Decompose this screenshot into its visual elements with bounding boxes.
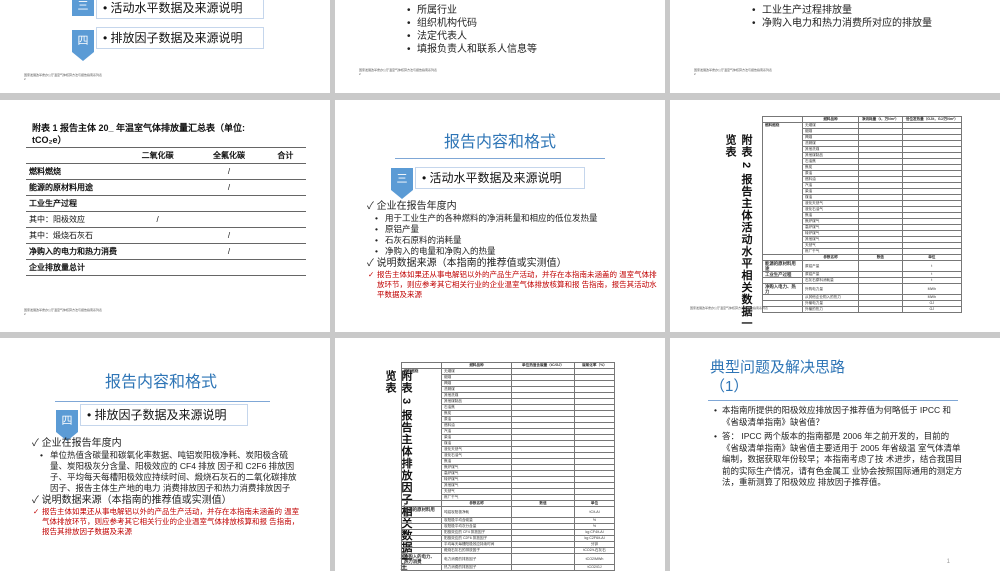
summary-table: 二氧化碳 全氟化碳 合计 燃料燃烧 / 能源的原材料用途 / 工业生产过程 其中：阳极效应…: [26, 147, 306, 276]
main-point: ✓ 说明数据来源（本指南的推荐值或实测值）: [32, 495, 232, 506]
slide-4[interactable]: 附表 1 报告主体 20_ 年温室气体排放量汇总表（单位: tCO₂e） 二氧化…: [0, 100, 330, 332]
slide-grid: 三 • 活动水平数据及来源说明 四 • 排放因子数据及来源说明 国家发展改革委办…: [0, 0, 1000, 571]
slide-title: 报告内容和格式: [443, 134, 556, 151]
table-row: 其中：阳极效应 /: [26, 211, 306, 228]
sub-list: 用于工业生产的各种燃料的净消耗量和相应的低位发热量 原铝产量 石灰石原料的消耗量…: [373, 213, 657, 257]
main-point: ✓ 企业在报告年度内: [367, 201, 457, 212]
slide-8[interactable]: 附表 3 报告主体排放因子相关数据一览表 业 生 燃料品种 单位热值含碳量（tC…: [335, 338, 665, 571]
slide-7[interactable]: 报告内容和格式 四 • 排放因子数据及来源说明 ✓ 企业在报告年度内 单位热值含…: [0, 338, 330, 571]
slide-5[interactable]: 报告内容和格式 三 • 活动水平数据及来源说明 ✓ 企业在报告年度内 用于工业生…: [335, 100, 665, 332]
section-3-label: • 活动水平数据及来源说明: [96, 0, 264, 19]
slide-1[interactable]: 三 • 活动水平数据及来源说明 四 • 排放因子数据及来源说明 国家发展改革委办…: [0, 0, 330, 93]
note-text: ✓ 报告主体如果还从事电解铝以外的产品生产活动，并存在本指南未涵盖的 温室气体排放…: [33, 507, 300, 536]
section-3-number: 三: [72, 0, 94, 16]
list-item: 所属行业: [405, 4, 537, 17]
answer-text: • 答： IPCC 两个版本的指南都是 2006 年之前开发的，目前的《省级清单指…: [714, 431, 963, 487]
section-number: 四: [56, 410, 78, 432]
section-label: • 排放因子数据及来源说明: [80, 404, 248, 426]
list-item: 组织机构代码: [405, 17, 537, 30]
table-vertical-title: 附表 2 报告主体活动水平相关数据一览表: [724, 134, 752, 330]
table-row: 净购入的电力、热力消费 电力消费的排放因子 tCO2/MWh: [401, 553, 615, 565]
table-row: 能源的原材料用途 /: [26, 179, 306, 196]
slide-title: 典型问题及解决思路 （1）: [710, 359, 846, 395]
content: ✓ 企业在报告年度内 单位热值含碳量和碳氧化率数据、吨铝炭阳极净耗、炭阳极含硫量…: [32, 437, 302, 537]
sub-list: 单位热值含碳量和碳氧化率数据、吨铝炭阳极净耗、炭阳极含硫量、炭阳极灰分含量、阳极…: [38, 450, 302, 494]
emission-list: 工业生产过程排放量 净购入电力和热力消费所对应的排放量: [750, 4, 932, 30]
table-row: 工业生产过程: [26, 195, 306, 212]
list-item: 填报负责人和联系人信息等: [405, 43, 537, 56]
list-item: 石灰石原料的消耗量: [373, 235, 657, 246]
list-item: 工业生产过程排放量: [750, 4, 932, 17]
title-divider: [708, 400, 958, 401]
slide-3[interactable]: 工业生产过程排放量 净购入电力和热力消费所对应的排放量 国家发展改革委办公厅温室…: [670, 0, 1000, 93]
main-point: ✓ 企业在报告年度内: [32, 438, 122, 449]
table-row: 企业排放量总计: [26, 259, 306, 276]
footer: 国家发展改革委办公厅温室气体核算方法与报告指南系列表: [690, 306, 769, 310]
list-item: 法定代表人: [405, 30, 537, 43]
section-4-number: 四: [72, 30, 94, 52]
section-4-label: • 排放因子数据及来源说明: [96, 27, 264, 49]
table-row: 热力消费的排放因子 tCO2/GJ: [401, 564, 615, 571]
page-number: 1: [946, 559, 950, 565]
basic-info-list: 所属行业 组织机构代码 法定代表人 填报负责人和联系人信息等: [405, 4, 537, 56]
footer: 国家发展改革委办公厅温室气体核算方法与报告指南系列表 2: [694, 68, 773, 76]
slide-2[interactable]: 所属行业 组织机构代码 法定代表人 填报负责人和联系人信息等 国家发展改革委办公…: [335, 0, 665, 93]
content: ✓ 企业在报告年度内 用于工业生产的各种燃料的净消耗量和相应的低位发热量 原铝产…: [367, 200, 657, 300]
title-divider: [395, 158, 605, 159]
table-row: 燃料燃烧 /: [26, 163, 306, 180]
footer: 国家发展改革委办公厅温室气体核算方法与报告指南系列表 2: [359, 68, 438, 76]
table-row: 净购入电力、热力 外购电力量 MWh: [762, 283, 963, 295]
table-row: 能源的原材料用途 吨铝炭阳极净耗 tC/t-Al: [401, 506, 615, 518]
question-text: • 本指南所提供的阳极效应排放因子推荐值为何略低于 IPCC 和《省级清单指南》缺…: [714, 405, 952, 427]
table-row: 外输的热力 GJ: [762, 306, 963, 313]
title-divider: [55, 401, 270, 402]
list-item: 单位热值含碳量和碳氧化率数据、吨铝炭阳极净耗、炭阳极含硫量、炭阳极灰分含量、阳极…: [38, 450, 302, 494]
qa-content: • 本指南所提供的阳极效应排放因子推荐值为何略低于 IPCC 和《省级清单指南》缺…: [714, 405, 964, 489]
table-row: 能源的原材料用途 原铝产量 t: [762, 260, 963, 272]
emission-factor-table: 燃料品种 单位热值含碳量（tC/GJ） 碳氧化率（%） 燃料燃烧 无烟煤 烟煤 褐煤洗…: [401, 362, 615, 571]
list-item: 用于工业生产的各种燃料的净消耗量和相应的低位发热量: [373, 213, 657, 224]
main-point: ✓ 说明数据来源（本指南的推荐值或实测值）: [367, 258, 567, 269]
footer: 国家发展改革委办公厅温室气体核算方法与报告指南系列表 2: [24, 308, 103, 316]
section-arrow: [391, 190, 413, 199]
activity-data-table: 燃料品种 净消耗量（t，万Nm³） 低位发热量（GJ/t，GJ/万Nm³） 燃料…: [762, 116, 963, 313]
list-item: 净购入电力和热力消费所对应的排放量: [750, 17, 932, 30]
slide-6[interactable]: 附表 2 报告主体活动水平相关数据一览表 燃料品种 净消耗量（t，万Nm³） 低…: [670, 100, 1000, 332]
table-row: 其中：煅烧石灰石 /: [26, 227, 306, 244]
table-row: 净购入的电力和热力消费 /: [26, 243, 306, 260]
slide-9[interactable]: 典型问题及解决思路 （1） • 本指南所提供的阳极效应排放因子推荐值为何略低于 I…: [670, 338, 1000, 571]
list-item: 净购入的电量和净购入的热量: [373, 246, 657, 257]
section-label: • 活动水平数据及来源说明: [415, 167, 585, 189]
section-4-arrow: [72, 52, 94, 61]
table-header-row: 二氧化碳 全氟化碳 合计: [26, 147, 306, 164]
slide-title: 报告内容和格式: [104, 374, 217, 391]
summary-table-title: 附表 1 报告主体 20_ 年温室气体排放量汇总表（单位: tCO₂e）: [32, 123, 246, 145]
note-text: ✓ 报告主体如果还从事电解铝以外的产品生产活动，并存在本指南未涵盖的 温室气体排放…: [368, 270, 657, 299]
footer: 国家发展改革委办公厅温室气体核算方法与报告指南系列表 2: [24, 73, 103, 81]
section-number: 三: [391, 168, 413, 190]
list-item: 原铝产量: [373, 224, 657, 235]
